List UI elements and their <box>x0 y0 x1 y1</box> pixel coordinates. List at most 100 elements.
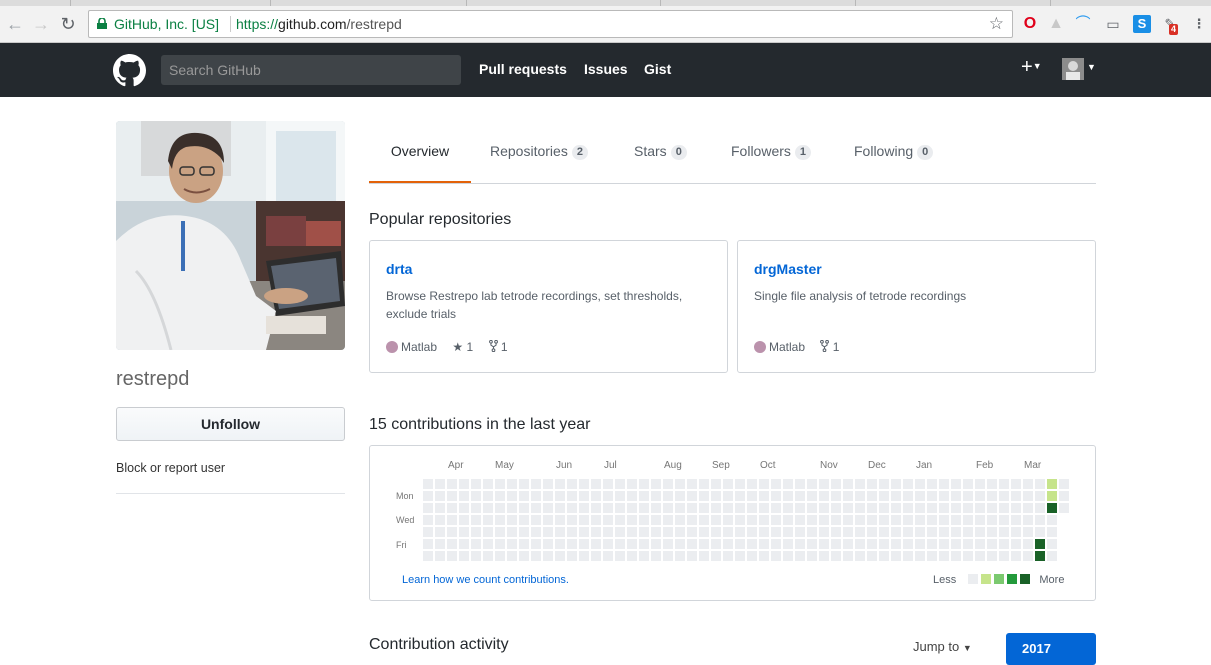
block-report-link[interactable]: Block or report user <box>116 461 225 475</box>
contribution-day[interactable] <box>843 503 853 513</box>
repo-link[interactable]: drta <box>386 261 412 277</box>
contribution-day[interactable] <box>843 491 853 501</box>
repo-forks[interactable]: 1 <box>820 339 839 354</box>
contribution-day[interactable] <box>495 539 505 549</box>
contribution-day[interactable] <box>915 503 925 513</box>
contribution-day[interactable] <box>579 479 589 489</box>
contribution-day[interactable] <box>1011 551 1021 561</box>
contribution-day[interactable] <box>471 539 481 549</box>
contribution-day[interactable] <box>627 551 637 561</box>
contribution-day[interactable] <box>579 527 589 537</box>
contribution-day[interactable] <box>471 515 481 525</box>
contribution-day[interactable] <box>615 539 625 549</box>
contribution-day[interactable] <box>1011 539 1021 549</box>
contribution-day[interactable] <box>939 503 949 513</box>
contribution-day[interactable] <box>927 551 937 561</box>
contribution-day[interactable] <box>483 551 493 561</box>
contribution-day[interactable] <box>843 551 853 561</box>
contribution-day[interactable] <box>555 479 565 489</box>
contribution-day[interactable] <box>435 551 445 561</box>
contribution-day[interactable] <box>1035 491 1045 501</box>
contribution-day[interactable] <box>687 551 697 561</box>
contribution-day[interactable] <box>1035 551 1045 561</box>
contribution-day[interactable] <box>939 551 949 561</box>
contribution-day[interactable] <box>915 551 925 561</box>
contribution-day[interactable] <box>555 491 565 501</box>
contribution-day[interactable] <box>819 479 829 489</box>
contribution-day[interactable] <box>759 479 769 489</box>
contribution-day[interactable] <box>483 527 493 537</box>
search-input[interactable]: Search GitHub <box>161 55 461 85</box>
contribution-day[interactable] <box>735 539 745 549</box>
contribution-day[interactable] <box>795 479 805 489</box>
contribution-day[interactable] <box>891 479 901 489</box>
contribution-day[interactable] <box>615 479 625 489</box>
contribution-day[interactable] <box>459 479 469 489</box>
contribution-day[interactable] <box>591 539 601 549</box>
contribution-day[interactable] <box>855 539 865 549</box>
contribution-day[interactable] <box>459 515 469 525</box>
contribution-day[interactable] <box>843 515 853 525</box>
contribution-day[interactable] <box>987 503 997 513</box>
contribution-day[interactable] <box>699 479 709 489</box>
contribution-day[interactable] <box>747 503 757 513</box>
contribution-day[interactable] <box>735 551 745 561</box>
contribution-day[interactable] <box>927 539 937 549</box>
menu-kebab-icon[interactable]: ⋮ <box>1190 15 1208 33</box>
contribution-day[interactable] <box>951 527 961 537</box>
contribution-day[interactable] <box>723 527 733 537</box>
contribution-day[interactable] <box>651 503 661 513</box>
contribution-day[interactable] <box>735 515 745 525</box>
contribution-day[interactable] <box>555 503 565 513</box>
contribution-day[interactable] <box>543 503 553 513</box>
contribution-day[interactable] <box>759 527 769 537</box>
contribution-day[interactable] <box>1023 491 1033 501</box>
contribution-day[interactable] <box>1035 503 1045 513</box>
contribution-day[interactable] <box>663 515 673 525</box>
contribution-day[interactable] <box>807 503 817 513</box>
contribution-day[interactable] <box>495 515 505 525</box>
contribution-day[interactable] <box>459 551 469 561</box>
contribution-day[interactable] <box>615 491 625 501</box>
contribution-day[interactable] <box>879 491 889 501</box>
contribution-day[interactable] <box>987 527 997 537</box>
contribution-day[interactable] <box>867 539 877 549</box>
contribution-day[interactable] <box>735 527 745 537</box>
year-2017-button[interactable]: 2017 <box>1006 633 1096 665</box>
contribution-day[interactable] <box>975 479 985 489</box>
contribution-day[interactable] <box>699 527 709 537</box>
contribution-day[interactable] <box>903 527 913 537</box>
address-bar[interactable]: GitHub, Inc. [US] https://github.com/res… <box>88 10 1013 38</box>
contribution-day[interactable] <box>495 527 505 537</box>
contribution-day[interactable] <box>567 527 577 537</box>
contribution-day[interactable] <box>663 491 673 501</box>
contribution-day[interactable] <box>939 515 949 525</box>
contribution-day[interactable] <box>867 491 877 501</box>
repo-stars[interactable]: ★ 1 <box>452 340 473 354</box>
github-logo-icon[interactable] <box>113 54 146 87</box>
contribution-day[interactable] <box>999 503 1009 513</box>
nav-pull-requests[interactable]: Pull requests <box>479 61 567 77</box>
contribution-day[interactable] <box>987 539 997 549</box>
contribution-day[interactable] <box>1059 491 1069 501</box>
contribution-day[interactable] <box>579 491 589 501</box>
contribution-day[interactable] <box>963 551 973 561</box>
contribution-day[interactable] <box>687 515 697 525</box>
contribution-day[interactable] <box>639 539 649 549</box>
reload-icon[interactable]: ↻ <box>57 14 79 34</box>
contribution-day[interactable] <box>735 503 745 513</box>
contribution-day[interactable] <box>543 527 553 537</box>
contribution-day[interactable] <box>903 539 913 549</box>
contribution-day[interactable] <box>567 551 577 561</box>
contribution-day[interactable] <box>963 479 973 489</box>
contribution-day[interactable] <box>567 491 577 501</box>
contribution-day[interactable] <box>771 479 781 489</box>
contribution-day[interactable] <box>795 491 805 501</box>
contribution-day[interactable] <box>747 479 757 489</box>
contribution-day[interactable] <box>603 491 613 501</box>
contribution-day[interactable] <box>435 491 445 501</box>
contribution-day[interactable] <box>831 539 841 549</box>
contribution-day[interactable] <box>807 491 817 501</box>
contribution-day[interactable] <box>759 515 769 525</box>
contribution-day[interactable] <box>807 515 817 525</box>
